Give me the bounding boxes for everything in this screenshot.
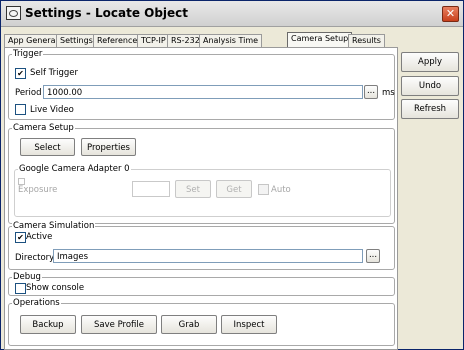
live-video-checkbox[interactable] bbox=[15, 104, 26, 115]
camera-simulation-legend: Camera Simulation bbox=[12, 221, 96, 231]
directory-browse-button[interactable]: ... bbox=[366, 249, 380, 263]
save-profile-button[interactable]: Save Profile bbox=[81, 315, 157, 334]
self-trigger-checkbox[interactable]: ✔ bbox=[15, 68, 26, 79]
camera-icon bbox=[6, 6, 21, 20]
camera-adapter-legend: Google Camera Adapter 0 bbox=[18, 164, 131, 174]
camera-setup-panel: Trigger ✔ Self Trigger Period 1000.00 ..… bbox=[4, 47, 398, 350]
trigger-legend: Trigger bbox=[12, 49, 44, 59]
tab-app-general[interactable]: App General bbox=[4, 34, 62, 47]
tab-reference[interactable]: Reference bbox=[93, 34, 142, 47]
simulation-active-label: Active bbox=[26, 232, 53, 242]
exposure-input[interactable] bbox=[132, 181, 170, 197]
period-browse-button[interactable]: ... bbox=[364, 85, 378, 99]
apply-button[interactable]: Apply bbox=[401, 52, 459, 72]
settings-window: Settings - Locate Object ✕ App General S… bbox=[0, 0, 464, 350]
show-console-label: Show console bbox=[26, 283, 85, 293]
auto-exposure-checkbox[interactable] bbox=[258, 184, 269, 195]
auto-exposure-label: Auto bbox=[271, 185, 291, 195]
live-video-label: Live Video bbox=[30, 105, 74, 115]
exposure-set-button[interactable]: Set bbox=[175, 180, 211, 198]
grab-button[interactable]: Grab bbox=[161, 315, 217, 334]
operations-legend: Operations bbox=[12, 298, 61, 308]
inspect-button[interactable]: Inspect bbox=[221, 315, 277, 334]
title-bar[interactable]: Settings - Locate Object ✕ bbox=[1, 1, 463, 27]
exposure-get-button[interactable]: Get bbox=[216, 180, 252, 198]
self-trigger-label: Self Trigger bbox=[30, 68, 78, 78]
undo-button[interactable]: Undo bbox=[401, 76, 459, 96]
trigger-group: Trigger ✔ Self Trigger Period 1000.00 ..… bbox=[8, 49, 395, 120]
camera-setup-legend: Camera Setup bbox=[12, 123, 75, 133]
period-input[interactable]: 1000.00 bbox=[43, 85, 363, 99]
tab-camera-setup[interactable]: Camera Setup bbox=[287, 32, 353, 47]
debug-legend: Debug bbox=[12, 272, 42, 282]
tab-settings[interactable]: Settings bbox=[56, 34, 97, 47]
directory-input[interactable]: Images bbox=[53, 249, 363, 263]
tab-results[interactable]: Results bbox=[348, 34, 385, 47]
camera-properties-button[interactable]: Properties bbox=[81, 138, 136, 156]
check-mark-icon: ✔ bbox=[17, 69, 24, 78]
camera-simulation-group: Camera Simulation ✔ Active Directory Ima… bbox=[8, 221, 395, 270]
show-console-checkbox[interactable] bbox=[15, 283, 26, 294]
window-title: Settings - Locate Object bbox=[25, 6, 189, 20]
directory-label: Directory bbox=[15, 253, 55, 263]
tab-tcp-ip[interactable]: TCP-IP bbox=[137, 34, 170, 47]
refresh-button[interactable]: Refresh bbox=[401, 99, 459, 119]
exposure-label: Exposure bbox=[18, 185, 58, 195]
period-label: Period bbox=[15, 88, 42, 98]
select-camera-button[interactable]: Select bbox=[20, 138, 75, 156]
debug-group: Debug Show console bbox=[8, 272, 395, 296]
operations-group: Operations Backup Save Profile Grab Insp… bbox=[8, 298, 395, 346]
close-button[interactable]: ✕ bbox=[442, 6, 459, 22]
check-mark-icon: ✔ bbox=[17, 233, 24, 242]
backup-button[interactable]: Backup bbox=[20, 315, 76, 334]
tab-analysis-time[interactable]: Analysis Time bbox=[199, 34, 263, 47]
adapter-checkbox[interactable] bbox=[18, 178, 25, 185]
camera-adapter-group: Google Camera Adapter 0 Exposure Set Get… bbox=[14, 164, 391, 217]
period-unit-label: ms bbox=[382, 88, 395, 98]
camera-setup-group: Camera Setup Select Properties Google Ca… bbox=[8, 123, 395, 224]
simulation-active-checkbox[interactable]: ✔ bbox=[15, 232, 26, 243]
